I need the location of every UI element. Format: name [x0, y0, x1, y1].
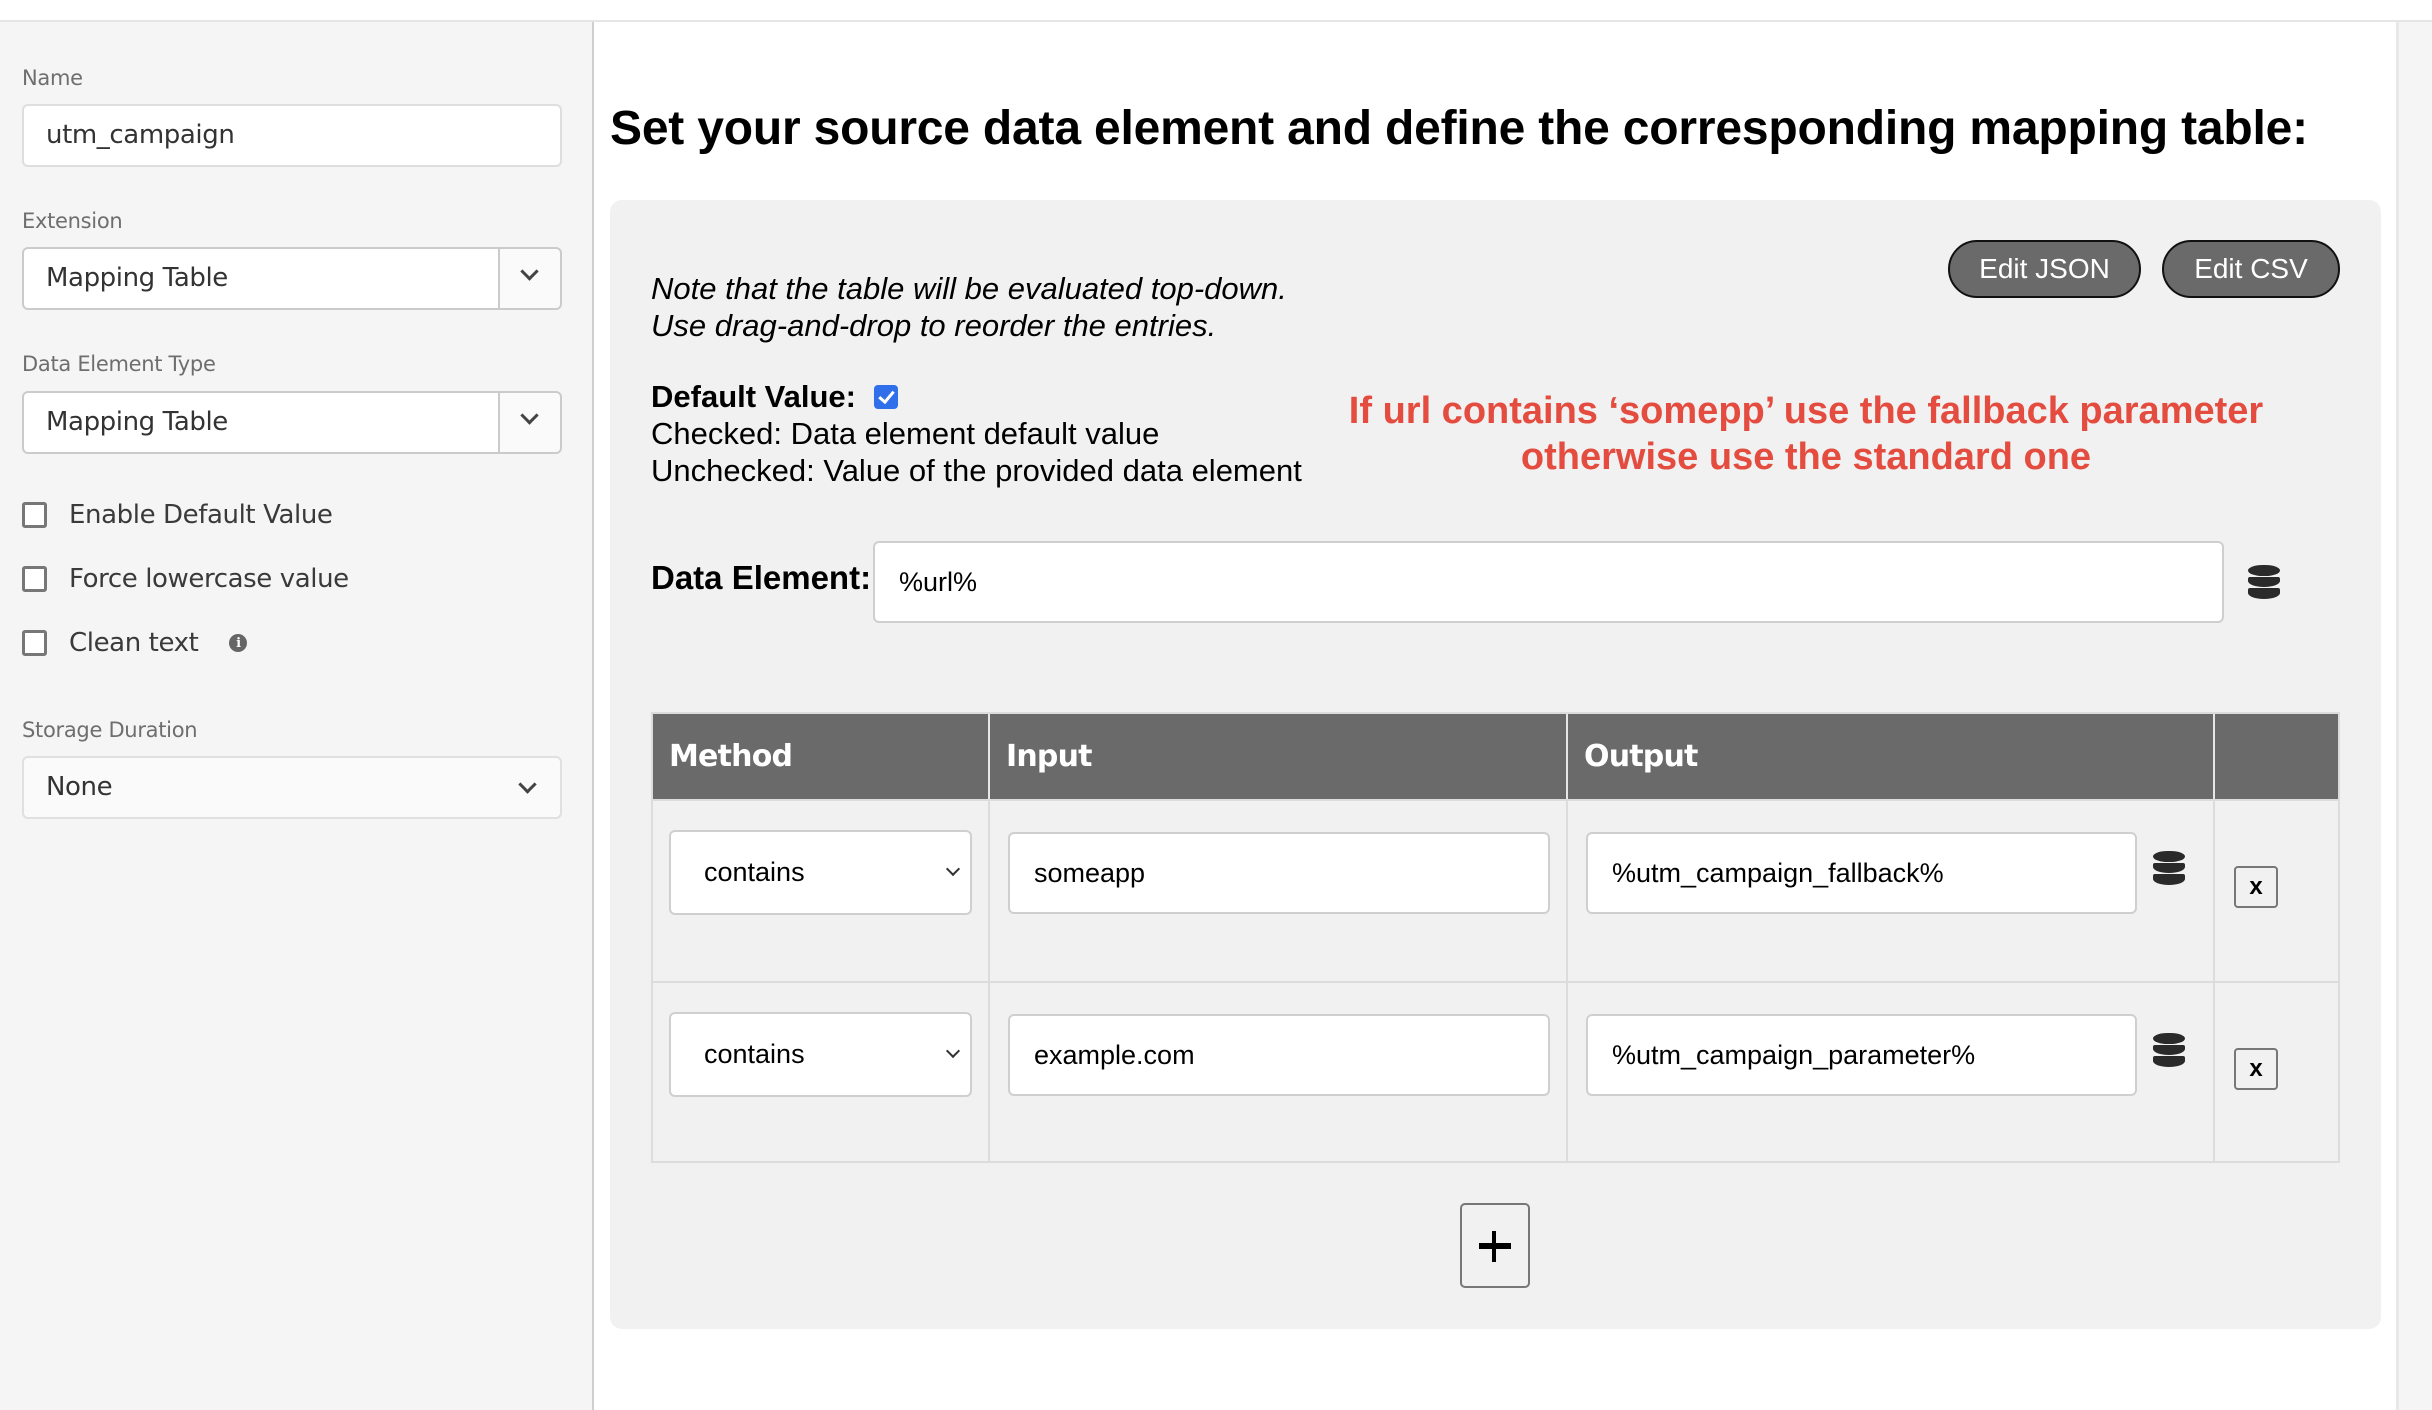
database-icon[interactable]: [2153, 1033, 2185, 1067]
method-value: contains: [704, 857, 805, 887]
table-row[interactable]: contains someapp %utm_campaign_fallback%…: [653, 799, 2338, 983]
column-header-input: Input: [990, 714, 1568, 799]
table-row[interactable]: contains example.com %utm_campaign_param…: [653, 981, 2338, 1163]
column-divider: [1566, 801, 1568, 983]
column-header-method: Method: [653, 714, 990, 799]
database-icon[interactable]: [2248, 565, 2280, 599]
name-label: Name: [22, 66, 83, 90]
extension-value: Mapping Table: [46, 263, 228, 293]
top-bar: [0, 0, 2432, 22]
evaluation-note: Note that the table will be evaluated to…: [651, 270, 1287, 344]
checked-description: Checked: Data element default value: [651, 416, 1160, 451]
clean-text-label: Clean text: [69, 628, 199, 658]
annotation-line-1: If url contains ‘somepp’ use the fallbac…: [1348, 390, 2264, 432]
force-lowercase-label: Force lowercase value: [69, 564, 349, 594]
column-header-actions: [2215, 714, 2338, 799]
chevron-down-icon: [945, 1043, 961, 1059]
default-value-block: Default Value: Checked: Data element def…: [651, 378, 1302, 489]
unchecked-description: Unchecked: Value of the provided data el…: [651, 453, 1302, 488]
sidebar: Name utm_campaign Extension Mapping Tabl…: [0, 22, 594, 1410]
data-element-type-value: Mapping Table: [46, 407, 228, 437]
clean-text-checkbox[interactable]: Clean text i: [22, 628, 248, 658]
output-field[interactable]: %utm_campaign_parameter%: [1586, 1014, 2137, 1096]
note-line-2: Use drag-and-drop to reorder the entries…: [651, 308, 1217, 343]
checkbox-box[interactable]: [22, 566, 47, 592]
method-select[interactable]: contains: [669, 830, 972, 915]
extension-dropdown-button[interactable]: [498, 249, 560, 308]
storage-duration-select[interactable]: None: [22, 756, 562, 819]
data-element-type-select[interactable]: Mapping Table: [22, 391, 562, 454]
input-field[interactable]: someapp: [1008, 832, 1550, 914]
data-element-label: Data Element:: [651, 559, 872, 596]
extension-select[interactable]: Mapping Table: [22, 247, 562, 310]
annotation-text: If url contains ‘somepp’ use the fallbac…: [1330, 388, 2282, 480]
column-divider: [2213, 801, 2215, 983]
right-strip: [2396, 22, 2432, 1410]
data-element-type-label: Data Element Type: [22, 352, 216, 376]
column-header-output: Output: [1568, 714, 2215, 799]
enable-default-value-checkbox[interactable]: Enable Default Value: [22, 500, 333, 530]
page-title: Set your source data element and define …: [610, 102, 2308, 155]
chevron-down-icon: [520, 406, 539, 425]
note-line-1: Note that the table will be evaluated to…: [651, 271, 1287, 306]
table-header: Method Input Output: [653, 714, 2338, 799]
method-value: contains: [704, 1039, 805, 1069]
column-divider: [2213, 983, 2215, 1163]
force-lowercase-checkbox[interactable]: Force lowercase value: [22, 564, 349, 594]
remove-row-button[interactable]: x: [2234, 866, 2278, 908]
column-divider: [1566, 983, 1568, 1163]
column-divider: [988, 801, 990, 983]
checkbox-box[interactable]: [22, 630, 47, 656]
checkbox-box[interactable]: [22, 502, 47, 528]
annotation-line-2: otherwise use the standard one: [1520, 436, 2092, 478]
chevron-down-icon: [520, 262, 539, 281]
enable-default-value-label: Enable Default Value: [69, 500, 333, 530]
input-field[interactable]: example.com: [1008, 1014, 1550, 1096]
data-element-type-dropdown-button[interactable]: [498, 393, 560, 452]
name-input[interactable]: utm_campaign: [22, 104, 562, 167]
method-select[interactable]: contains: [669, 1012, 972, 1097]
chevron-down-icon: [518, 775, 537, 794]
mapping-table: Method Input Output contains someapp %ut…: [651, 712, 2340, 1163]
info-icon[interactable]: i: [229, 634, 248, 652]
edit-csv-button[interactable]: Edit CSV: [2162, 240, 2340, 298]
extension-label: Extension: [22, 209, 123, 233]
edit-json-button[interactable]: Edit JSON: [1948, 240, 2141, 298]
storage-duration-value: None: [46, 772, 113, 802]
remove-row-button[interactable]: x: [2234, 1048, 2278, 1090]
storage-duration-label: Storage Duration: [22, 718, 198, 742]
data-element-input[interactable]: %url%: [873, 541, 2224, 623]
default-value-label: Default Value:: [651, 379, 856, 414]
chevron-down-icon: [945, 861, 961, 877]
plus-icon-vertical: [1492, 1231, 1496, 1262]
column-divider: [988, 983, 990, 1163]
default-value-checkbox[interactable]: [874, 384, 898, 409]
add-row-button[interactable]: [1460, 1203, 1530, 1288]
output-field[interactable]: %utm_campaign_fallback%: [1586, 832, 2137, 914]
database-icon[interactable]: [2153, 851, 2185, 885]
